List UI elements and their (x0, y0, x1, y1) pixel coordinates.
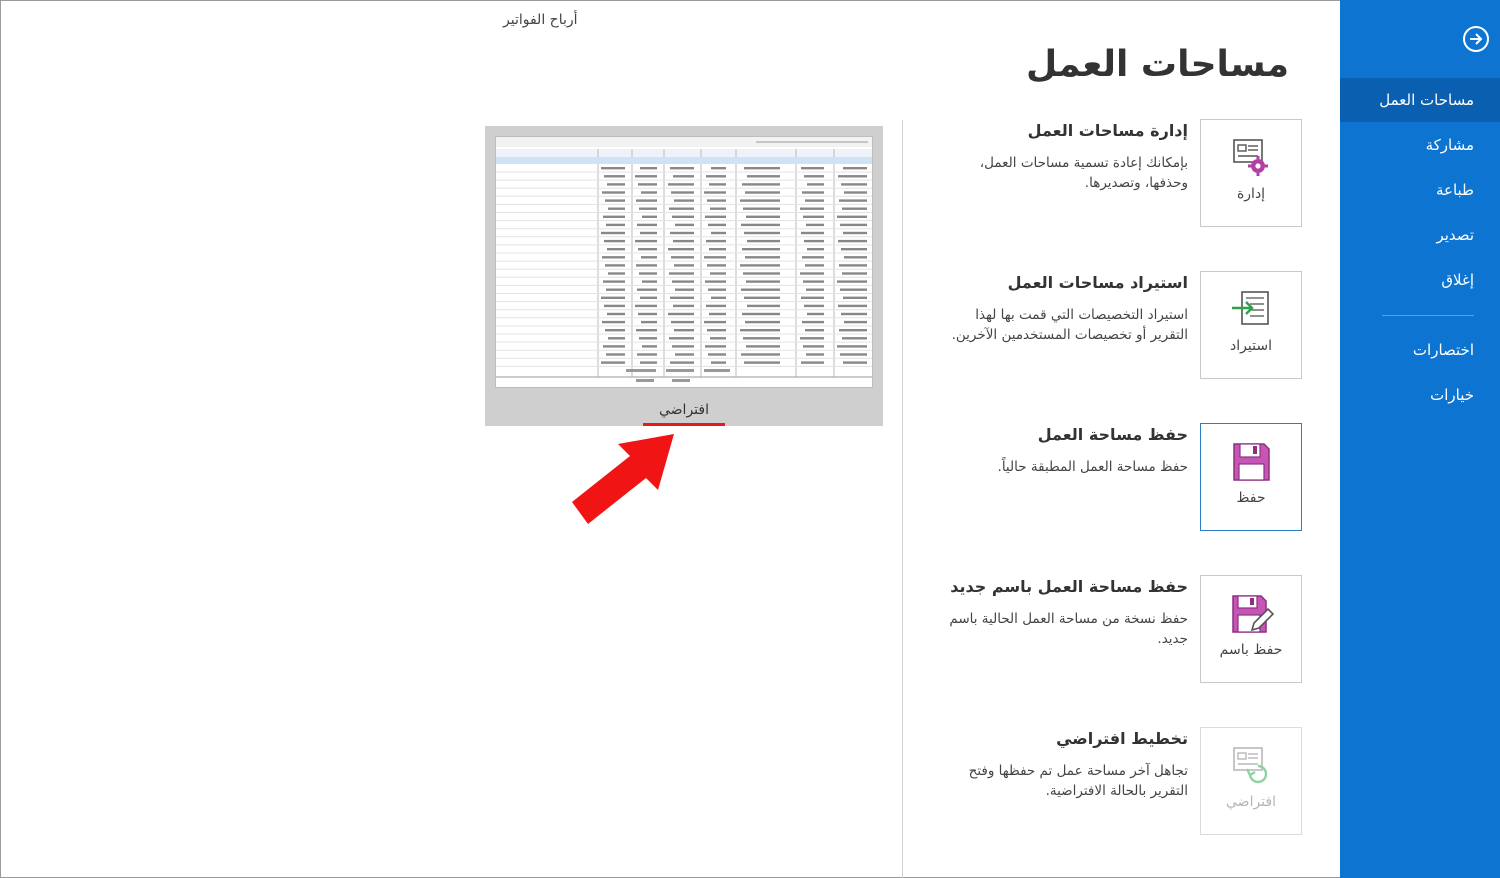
default-layout-label: افتراضي (1226, 794, 1276, 810)
sidebar-item-workspaces[interactable]: مساحات العمل (1340, 78, 1500, 122)
report-thumbnail (495, 136, 873, 388)
page-title: مساحات العمل (1025, 44, 1289, 85)
save-as-label: حفظ باسم (1219, 642, 1283, 658)
import-label: استيراد (1230, 338, 1272, 354)
sidebar-item-share[interactable]: مشاركة (1340, 123, 1500, 167)
manage-label: إدارة (1236, 186, 1266, 202)
save-as-description: حفظ نسخة من مساحة العمل الحالية باسم جدي… (949, 611, 1188, 647)
workspace-preview-card[interactable]: افتراضي (485, 126, 883, 426)
import-icon (1227, 288, 1275, 332)
breadcrumb: أرباح الفواتير (503, 12, 578, 28)
manage-heading: إدارة مساحات العمل (1027, 121, 1188, 140)
manage-description: بإمكانك إعادة تسمية مساحات العمل، وحذفها… (979, 155, 1188, 191)
callout-arrow-icon (572, 434, 674, 524)
import-heading: استيراد مساحات العمل (1007, 273, 1188, 292)
save-as-heading: حفظ مساحة العمل باسم جديد (950, 577, 1188, 596)
save-icon (1227, 440, 1275, 484)
default-layout-description: تجاهل آخر مساحة عمل تم حفظها وفتح التقري… (968, 763, 1188, 799)
default-layout-section: افتراضي تخطيط افتراضي تجاهل آخر مساحة عم… (897, 727, 1302, 835)
default-layout-heading: تخطيط افتراضي (1056, 729, 1188, 748)
sidebar-item-shortcuts[interactable]: اختصارات (1340, 328, 1500, 372)
sidebar-item-options[interactable]: خيارات (1340, 373, 1500, 417)
import-description: استيراد التخصيصات التي قمت بها لهذا التق… (951, 307, 1188, 343)
manage-button[interactable]: إدارة (1200, 119, 1302, 227)
reset-layout-icon (1227, 744, 1275, 788)
save-as-button[interactable]: حفظ باسم (1200, 575, 1302, 683)
sidebar-item-print[interactable]: طباعة (1340, 168, 1500, 212)
manage-workspaces-icon (1227, 136, 1275, 180)
import-workspaces-section: استيراد استيراد مساحات العمل استيراد الت… (897, 271, 1302, 379)
import-button[interactable]: استيراد (1200, 271, 1302, 379)
save-as-icon (1227, 592, 1275, 636)
preview-underline (643, 423, 725, 426)
save-description: حفظ مساحة العمل المطبقة حالياً. (997, 459, 1188, 475)
sidebar-item-close[interactable]: إغلاق (1340, 258, 1500, 302)
circle-arrow-right-icon (1470, 33, 1483, 45)
preview-label: افتراضي (659, 402, 709, 418)
save-as-section: حفظ باسم حفظ مساحة العمل باسم جديد حفظ ن… (897, 575, 1302, 683)
default-layout-button[interactable]: افتراضي (1200, 727, 1302, 835)
save-heading: حفظ مساحة العمل (1037, 425, 1188, 444)
backstage-sidebar: مساحات العمل مشاركة طباعة تصدير إغلاق اخ… (1340, 0, 1500, 878)
sidebar-divider (1382, 315, 1474, 316)
save-button[interactable]: حفظ (1200, 423, 1302, 531)
sidebar-item-export[interactable]: تصدير (1340, 213, 1500, 257)
manage-workspaces-section: إدارة إدارة مساحات العمل بإمكانك إعادة ت… (897, 119, 1302, 227)
save-label: حفظ (1236, 490, 1266, 506)
save-workspace-section: حفظ حفظ مساحة العمل حفظ مساحة العمل المط… (897, 423, 1302, 531)
back-button[interactable] (1463, 26, 1489, 52)
